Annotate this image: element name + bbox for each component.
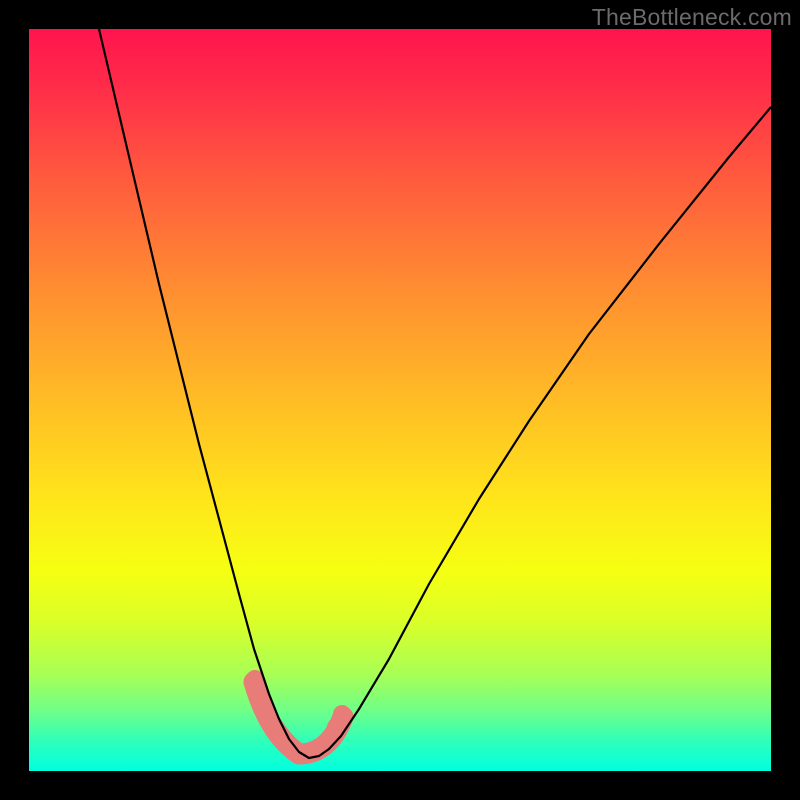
plot-area: [29, 29, 771, 771]
watermark-text: TheBottleneck.com: [592, 4, 792, 31]
bottleneck-curve-path: [99, 29, 771, 758]
chart-frame: TheBottleneck.com: [0, 0, 800, 800]
marker-dot: [333, 705, 351, 723]
curve-svg: [29, 29, 771, 771]
marker-dot: [251, 688, 269, 706]
